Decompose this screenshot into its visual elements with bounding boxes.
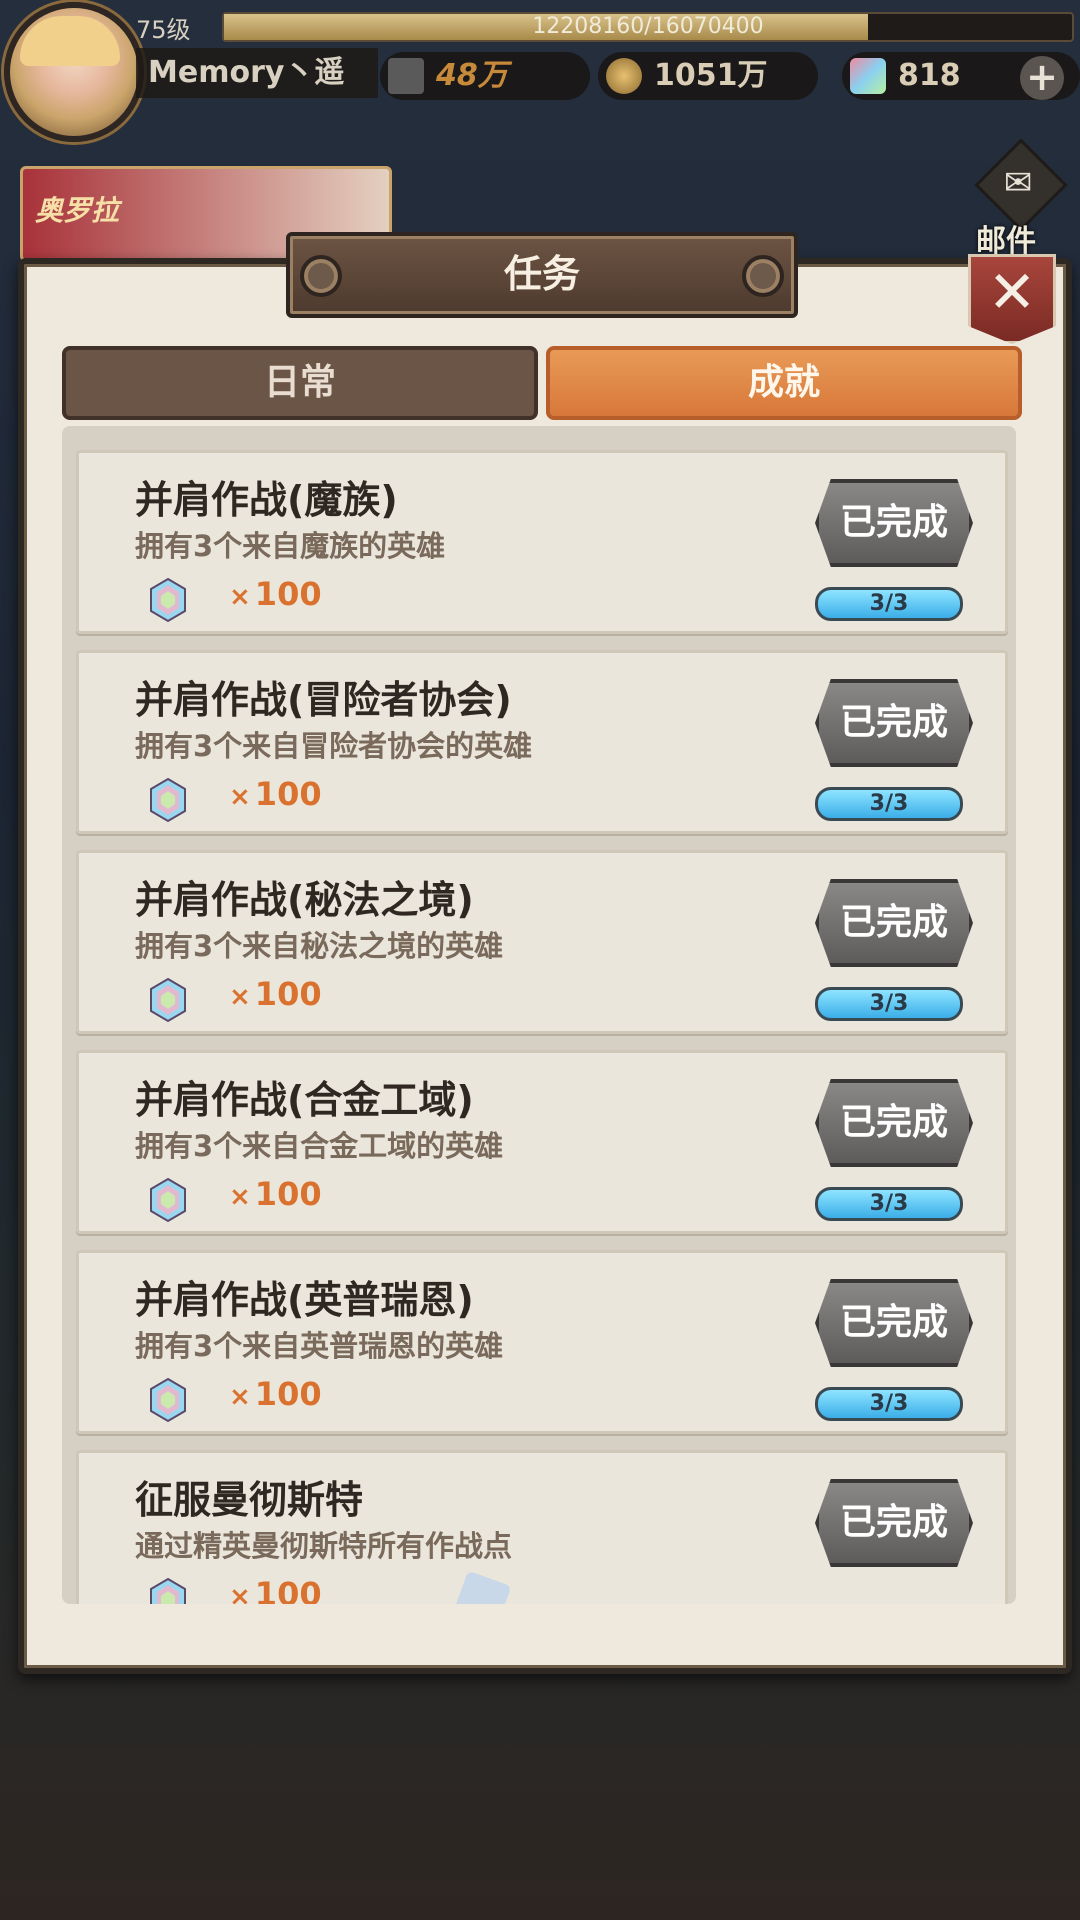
add-gems-button[interactable]: +	[1020, 56, 1064, 100]
reward-amount: × 100	[229, 775, 322, 813]
player-level: 75级	[136, 16, 191, 44]
close-button[interactable]: ✕	[968, 254, 1056, 344]
progress-bar: 3/3	[815, 1387, 963, 1421]
sword-icon	[388, 58, 424, 94]
task-card: 并肩作战(英普瑞恩) 拥有3个来自英普瑞恩的英雄 × 100 已完成 3/3	[76, 1250, 1008, 1434]
power-display: 48万	[380, 52, 590, 100]
tab-daily[interactable]: 日常	[62, 346, 538, 420]
task-description: 拥有3个来自魔族的英雄	[135, 529, 446, 563]
task-card: 并肩作战(魔族) 拥有3个来自魔族的英雄 × 100 已完成 3/3	[76, 450, 1008, 634]
reward-amount: × 100	[229, 1175, 322, 1213]
item-icon	[452, 1570, 512, 1604]
gem-icon	[150, 1377, 186, 1423]
progress-bar: 3/3	[815, 587, 963, 621]
tab-achievements[interactable]: 成就	[546, 346, 1022, 420]
reward-amount: × 100	[229, 975, 322, 1013]
task-card: 并肩作战(秘法之境) 拥有3个来自秘法之境的英雄 × 100 已完成 3/3	[76, 850, 1008, 1034]
reward-amount: × 100	[229, 1375, 322, 1413]
top-hud: 75级 12208160/16070400 Memory丶遥 48万 1051万…	[0, 0, 1080, 142]
gold-value: 1051万	[654, 58, 768, 93]
avatar[interactable]	[4, 2, 144, 142]
task-list[interactable]: 并肩作战(魔族) 拥有3个来自魔族的英雄 × 100 已完成 3/3 并肩作战(冒…	[62, 426, 1016, 1604]
gem-icon	[850, 58, 886, 94]
dialog-title-plate: 任务	[286, 232, 798, 318]
task-description: 拥有3个来自英普瑞恩的英雄	[135, 1329, 504, 1363]
event-banner-label: 奥罗拉	[35, 194, 120, 227]
completed-button[interactable]: 已完成	[815, 479, 973, 567]
progress-bar: 3/3	[815, 787, 963, 821]
completed-button[interactable]: 已完成	[815, 879, 973, 967]
gem-icon	[150, 1577, 186, 1604]
task-description: 拥有3个来自秘法之境的英雄	[135, 929, 504, 963]
gem-icon	[150, 977, 186, 1023]
task-card: 并肩作战(冒险者协会) 拥有3个来自冒险者协会的英雄 × 100 已完成 3/3	[76, 650, 1008, 834]
progress-bar: 3/3	[815, 987, 963, 1021]
envelope-icon: ✉	[1003, 163, 1033, 203]
task-name: 征服曼彻斯特	[135, 1478, 364, 1522]
reward-amount: × 100	[229, 1575, 322, 1604]
task-name: 并肩作战(合金工域)	[135, 1078, 474, 1122]
task-description: 拥有3个来自冒险者协会的英雄	[135, 729, 533, 763]
task-name: 并肩作战(冒险者协会)	[135, 678, 512, 722]
dialog-title: 任务	[503, 252, 580, 296]
gem-icon	[150, 577, 186, 623]
task-name: 并肩作战(英普瑞恩)	[135, 1278, 474, 1322]
gold-display: 1051万	[598, 52, 818, 100]
completed-button[interactable]: 已完成	[815, 1479, 973, 1567]
mail-button[interactable]: ✉ 邮件	[970, 138, 1070, 259]
exp-bar: 12208160/16070400	[222, 12, 1074, 42]
task-name: 并肩作战(秘法之境)	[135, 878, 474, 922]
gem-value: 818	[898, 58, 961, 93]
task-name: 并肩作战(魔族)	[135, 478, 398, 522]
task-description: 通过精英曼彻斯特所有作战点	[135, 1529, 513, 1563]
task-card: 征服曼彻斯特 通过精英曼彻斯特所有作战点 × 100 已完成	[76, 1450, 1008, 1604]
reward-amount: × 100	[229, 575, 322, 613]
exp-text: 12208160/16070400	[532, 14, 764, 39]
mail-label: 邮件	[976, 224, 1036, 259]
completed-button[interactable]: 已完成	[815, 1079, 973, 1167]
task-card: 并肩作战(合金工域) 拥有3个来自合金工域的英雄 × 100 已完成 3/3	[76, 1050, 1008, 1234]
task-description: 拥有3个来自合金工域的英雄	[135, 1129, 504, 1163]
progress-bar: 3/3	[815, 1187, 963, 1221]
power-value: 48万	[436, 58, 508, 93]
completed-button[interactable]: 已完成	[815, 679, 973, 767]
coin-icon	[606, 58, 642, 94]
gem-icon	[150, 1177, 186, 1223]
player-name: Memory丶遥	[136, 48, 378, 98]
completed-button[interactable]: 已完成	[815, 1279, 973, 1367]
gem-icon	[150, 777, 186, 823]
